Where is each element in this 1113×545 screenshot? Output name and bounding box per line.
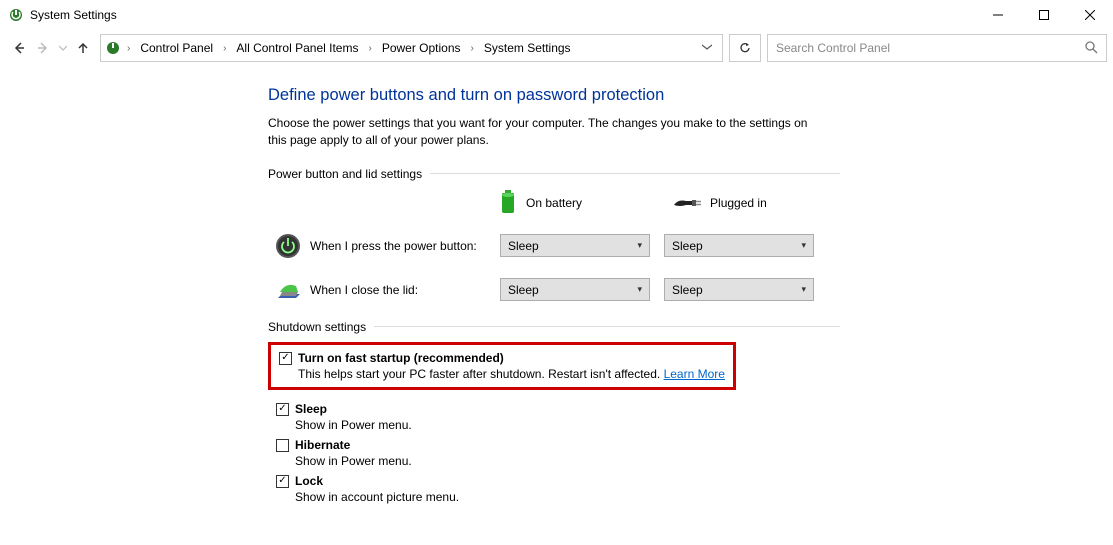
minimize-button[interactable] bbox=[975, 0, 1021, 30]
nav-arrows bbox=[6, 39, 98, 57]
row-power-button: When I press the power button: Sleep ▾ S… bbox=[268, 232, 840, 260]
column-plugged-in: Plugged in bbox=[672, 193, 767, 214]
power-options-icon bbox=[105, 40, 121, 56]
address-dropdown[interactable] bbox=[696, 41, 718, 55]
maximize-button[interactable] bbox=[1021, 0, 1067, 30]
titlebar: System Settings bbox=[0, 0, 1113, 30]
checkbox-desc: Show in Power menu. bbox=[295, 454, 412, 468]
window-controls bbox=[975, 0, 1113, 30]
power-button-icon bbox=[274, 232, 302, 260]
checkbox-hibernate[interactable] bbox=[276, 439, 289, 452]
chevron-down-icon: ▾ bbox=[637, 240, 642, 251]
column-label: On battery bbox=[526, 196, 582, 210]
column-on-battery: On battery bbox=[498, 189, 582, 218]
row-close-lid: When I close the lid: Sleep ▾ Sleep ▾ bbox=[268, 276, 840, 304]
checkbox-label: Sleep bbox=[295, 402, 412, 416]
checkbox-label: Turn on fast startup (recommended) bbox=[298, 351, 725, 365]
breadcrumb[interactable]: All Control Panel Items bbox=[232, 38, 362, 58]
divider bbox=[374, 326, 840, 327]
power-options-icon bbox=[8, 7, 24, 23]
back-button[interactable] bbox=[10, 39, 28, 57]
chevron-down-icon: ▾ bbox=[637, 284, 642, 295]
laptop-lid-icon bbox=[274, 276, 302, 304]
forward-button[interactable] bbox=[34, 39, 52, 57]
row-label: When I press the power button: bbox=[310, 239, 500, 253]
chevron-down-icon: ▾ bbox=[801, 284, 806, 295]
page-heading: Define power buttons and turn on passwor… bbox=[268, 86, 840, 105]
checkbox-desc: This helps start your PC faster after sh… bbox=[298, 367, 725, 381]
lid-plugged-select[interactable]: Sleep ▾ bbox=[664, 278, 814, 301]
section-shutdown-settings: Shutdown settings bbox=[268, 320, 840, 334]
highlight-fast-startup: ✓ Turn on fast startup (recommended) Thi… bbox=[268, 342, 736, 390]
content: Define power buttons and turn on passwor… bbox=[0, 66, 840, 504]
addressbar[interactable]: › Control Panel › All Control Panel Item… bbox=[100, 34, 723, 62]
checkbox-lock[interactable]: ✓ bbox=[276, 475, 289, 488]
breadcrumb[interactable]: Power Options bbox=[378, 38, 465, 58]
checkbox-row-lock: ✓ Lock Show in account picture menu. bbox=[268, 474, 840, 504]
checkbox-row-sleep: ✓ Sleep Show in Power menu. bbox=[268, 402, 840, 432]
checkbox-desc: Show in account picture menu. bbox=[295, 490, 459, 504]
search-icon bbox=[1084, 40, 1098, 57]
chevron-right-icon[interactable]: › bbox=[469, 43, 476, 54]
battery-icon bbox=[498, 189, 518, 218]
breadcrumb[interactable]: System Settings bbox=[480, 38, 575, 58]
refresh-button[interactable] bbox=[729, 34, 761, 62]
checkbox-label: Lock bbox=[295, 474, 459, 488]
column-label: Plugged in bbox=[710, 196, 767, 210]
select-value: Sleep bbox=[508, 283, 539, 297]
breadcrumb[interactable]: Control Panel bbox=[136, 38, 217, 58]
checkbox-row-hibernate: Hibernate Show in Power menu. bbox=[268, 438, 840, 468]
chevron-right-icon[interactable]: › bbox=[221, 43, 228, 54]
section-title: Shutdown settings bbox=[268, 320, 366, 334]
learn-more-link[interactable]: Learn More bbox=[664, 367, 725, 381]
power-button-plugged-select[interactable]: Sleep ▾ bbox=[664, 234, 814, 257]
plug-icon bbox=[672, 193, 702, 214]
select-value: Sleep bbox=[672, 239, 703, 253]
select-value: Sleep bbox=[672, 283, 703, 297]
chevron-down-icon: ▾ bbox=[801, 240, 806, 251]
window-title: System Settings bbox=[30, 8, 975, 22]
navbar: › Control Panel › All Control Panel Item… bbox=[0, 30, 1113, 66]
lid-battery-select[interactable]: Sleep ▾ bbox=[500, 278, 650, 301]
checkbox-fast-startup[interactable]: ✓ bbox=[279, 352, 292, 365]
search-box[interactable] bbox=[767, 34, 1107, 62]
chevron-right-icon[interactable]: › bbox=[366, 43, 373, 54]
recent-dropdown[interactable] bbox=[58, 39, 68, 57]
section-title: Power button and lid settings bbox=[268, 167, 422, 181]
row-label: When I close the lid: bbox=[310, 283, 500, 297]
power-button-battery-select[interactable]: Sleep ▾ bbox=[500, 234, 650, 257]
page-subtext: Choose the power settings that you want … bbox=[268, 115, 828, 149]
close-button[interactable] bbox=[1067, 0, 1113, 30]
divider bbox=[430, 173, 840, 174]
chevron-right-icon[interactable]: › bbox=[125, 43, 132, 54]
up-button[interactable] bbox=[74, 39, 92, 57]
column-headers: On battery Plugged in bbox=[498, 189, 840, 218]
select-value: Sleep bbox=[508, 239, 539, 253]
checkbox-sleep[interactable]: ✓ bbox=[276, 403, 289, 416]
checkbox-desc: Show in Power menu. bbox=[295, 418, 412, 432]
section-power-button-lid: Power button and lid settings bbox=[268, 167, 840, 181]
search-input[interactable] bbox=[776, 41, 1084, 55]
checkbox-label: Hibernate bbox=[295, 438, 412, 452]
